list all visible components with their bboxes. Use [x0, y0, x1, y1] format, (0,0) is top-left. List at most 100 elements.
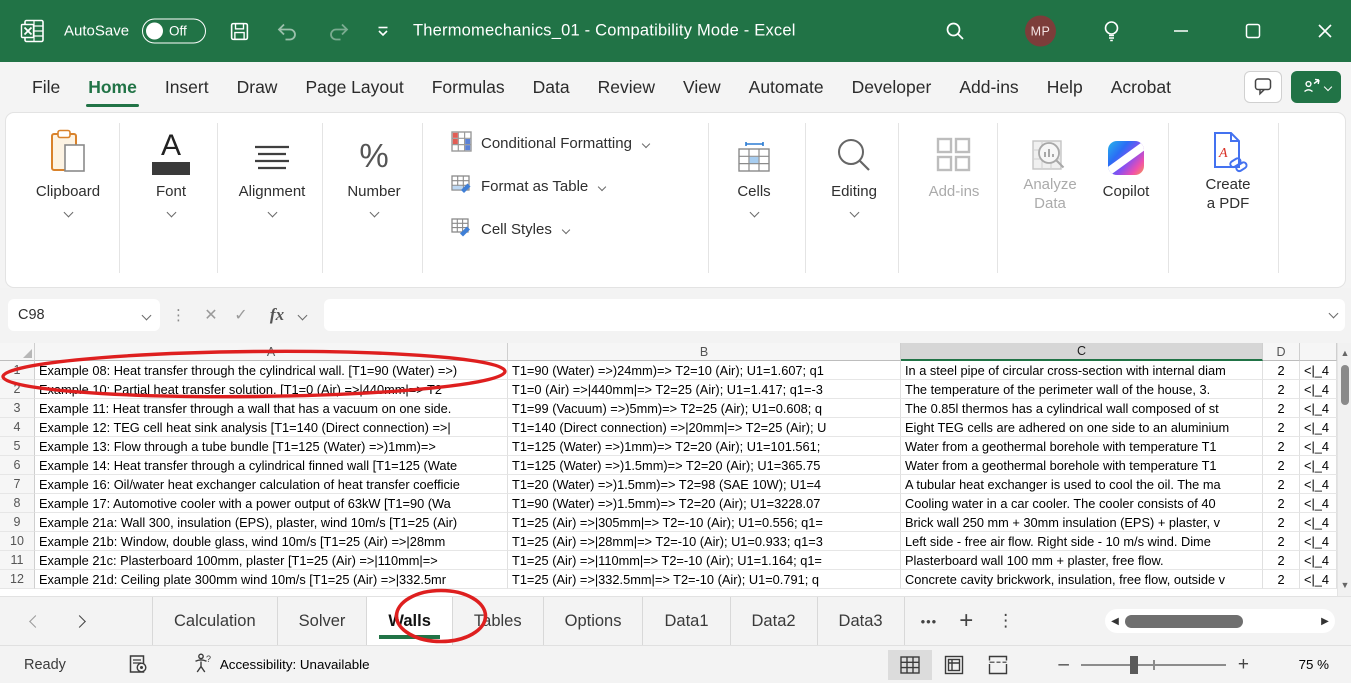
row-header-12[interactable]: 12: [0, 570, 35, 589]
sheet-options-icon[interactable]: ⋮: [997, 611, 1014, 631]
row-header-3[interactable]: 3: [0, 399, 35, 418]
sheet-tab-data1[interactable]: Data1: [643, 597, 730, 645]
cell-B6[interactable]: T1=125 (Water) =>)1.5mm)=> T2=20 (Air); …: [508, 456, 901, 475]
ribbon-tab-automate[interactable]: Automate: [735, 62, 838, 112]
cell-E2[interactable]: <|_4: [1300, 380, 1337, 399]
zoom-slider[interactable]: [1081, 664, 1226, 666]
horizontal-scrollbar[interactable]: ◀ ▶: [1105, 609, 1335, 633]
cell-D6[interactable]: 2: [1263, 456, 1300, 475]
normal-view-button[interactable]: [888, 650, 932, 680]
cell-B7[interactable]: T1=20 (Water) =>)1.5mm)=> T2=98 (SAE 10W…: [508, 475, 901, 494]
maximize-button[interactable]: [1238, 16, 1268, 46]
sheet-tab-solver[interactable]: Solver: [278, 597, 368, 645]
page-layout-view-button[interactable]: [932, 650, 976, 680]
cell-C10[interactable]: Left side - free air flow. Right side - …: [901, 532, 1263, 551]
cell-D9[interactable]: 2: [1263, 513, 1300, 532]
row-header-6[interactable]: 6: [0, 456, 35, 475]
cell-B1[interactable]: T1=90 (Water) =>)24mm)=> T2=10 (Air); U1…: [508, 361, 901, 380]
ribbon-tab-add-ins[interactable]: Add-ins: [945, 62, 1032, 112]
zoom-out-button[interactable]: –: [1058, 654, 1069, 676]
cell-D5[interactable]: 2: [1263, 437, 1300, 456]
cell-C8[interactable]: Cooling water in a car cooler. The coole…: [901, 494, 1263, 513]
cell-A5[interactable]: Example 13: Flow through a tube bundle […: [35, 437, 508, 456]
formula-enter-icon[interactable]: ✓: [226, 299, 256, 331]
cell-D7[interactable]: 2: [1263, 475, 1300, 494]
cell-B8[interactable]: T1=90 (Water) =>)1.5mm)=> T2=20 (Air); U…: [508, 494, 901, 513]
cell-A2[interactable]: Example 10: Partial heat transfer soluti…: [35, 380, 508, 399]
sheet-tab-data2[interactable]: Data2: [731, 597, 818, 645]
cell-E9[interactable]: <|_4: [1300, 513, 1337, 532]
sheet-tab-calculation[interactable]: Calculation: [152, 597, 278, 645]
redo-icon[interactable]: [324, 16, 354, 46]
row-header-4[interactable]: 4: [0, 418, 35, 437]
undo-icon[interactable]: [272, 16, 302, 46]
cell-B9[interactable]: T1=25 (Air) =>|305mm|=> T2=-10 (Air); U1…: [508, 513, 901, 532]
row-header-8[interactable]: 8: [0, 494, 35, 513]
cell-A4[interactable]: Example 12: TEG cell heat sink analysis …: [35, 418, 508, 437]
create-pdf-button[interactable]: A Createa PDF: [1180, 125, 1276, 213]
macro-record-button[interactable]: [128, 654, 149, 675]
close-button[interactable]: [1310, 16, 1340, 46]
cell-E12[interactable]: <|_4: [1300, 570, 1337, 589]
quick-access-chevron-icon[interactable]: [368, 16, 398, 46]
cell-E1[interactable]: <|_4: [1300, 361, 1337, 380]
row-header-10[interactable]: 10: [0, 532, 35, 551]
vertical-scroll-thumb[interactable]: [1341, 365, 1349, 405]
cell-E3[interactable]: <|_4: [1300, 399, 1337, 418]
sheet-tab-tables[interactable]: Tables: [453, 597, 544, 645]
more-sheets-button[interactable]: •••: [921, 614, 938, 629]
ribbon-tab-acrobat[interactable]: Acrobat: [1097, 62, 1185, 112]
cell-D11[interactable]: 2: [1263, 551, 1300, 570]
cell-C12[interactable]: Concrete cavity brickwork, insulation, f…: [901, 570, 1263, 589]
cell-A1[interactable]: Example 08: Heat transfer through the cy…: [35, 361, 508, 380]
cell-B12[interactable]: T1=25 (Air) =>|332.5mm|=> T2=-10 (Air); …: [508, 570, 901, 589]
row-header-11[interactable]: 11: [0, 551, 35, 570]
cell-D4[interactable]: 2: [1263, 418, 1300, 437]
row-header-2[interactable]: 2: [0, 380, 35, 399]
sheet-tab-data3[interactable]: Data3: [818, 597, 905, 645]
avatar[interactable]: MP: [1025, 16, 1056, 47]
cell-D10[interactable]: 2: [1263, 532, 1300, 551]
ribbon-tab-help[interactable]: Help: [1033, 62, 1097, 112]
insert-function-chevron-icon[interactable]: [292, 299, 312, 331]
cell-C1[interactable]: In a steel pipe of circular cross-sectio…: [901, 361, 1263, 380]
ribbon-tab-formulas[interactable]: Formulas: [418, 62, 519, 112]
row-header-1[interactable]: 1: [0, 361, 35, 380]
search-icon[interactable]: [940, 16, 970, 46]
row-header-5[interactable]: 5: [0, 437, 35, 456]
share-button[interactable]: [1291, 71, 1341, 103]
ribbon-tab-developer[interactable]: Developer: [838, 62, 946, 112]
number-group-button[interactable]: % Number: [326, 125, 422, 216]
column-header-a[interactable]: A: [35, 343, 508, 361]
cell-E6[interactable]: <|_4: [1300, 456, 1337, 475]
ribbon-tab-home[interactable]: Home: [74, 62, 151, 112]
conditional-formatting-button[interactable]: Conditional Formatting: [451, 131, 649, 156]
editing-group-button[interactable]: Editing: [806, 125, 902, 216]
cell-D3[interactable]: 2: [1263, 399, 1300, 418]
cell-A6[interactable]: Example 14: Heat transfer through a cyli…: [35, 456, 508, 475]
formula-input[interactable]: [324, 299, 1345, 331]
zoom-level[interactable]: 75 %: [1277, 657, 1329, 672]
cell-A10[interactable]: Example 21b: Window, double glass, wind …: [35, 532, 508, 551]
format-as-table-button[interactable]: Format as Table: [451, 174, 605, 199]
ribbon-tab-file[interactable]: File: [18, 62, 74, 112]
clipboard-group-button[interactable]: Clipboard: [20, 125, 116, 216]
cells-group-button[interactable]: Cells: [706, 125, 802, 216]
cell-A12[interactable]: Example 21d: Ceiling plate 300mm wind 10…: [35, 570, 508, 589]
cell-A3[interactable]: Example 11: Heat transfer through a wall…: [35, 399, 508, 418]
alignment-group-button[interactable]: Alignment: [224, 125, 320, 216]
cell-C4[interactable]: Eight TEG cells are adhered on one side …: [901, 418, 1263, 437]
cell-D2[interactable]: 2: [1263, 380, 1300, 399]
sheet-nav-right-icon[interactable]: [66, 608, 92, 634]
cell-E7[interactable]: <|_4: [1300, 475, 1337, 494]
lightbulb-icon[interactable]: [1096, 16, 1126, 46]
add-sheet-button[interactable]: +: [959, 611, 973, 631]
scroll-down-icon[interactable]: ▼: [1338, 580, 1351, 590]
cell-C2[interactable]: The temperature of the perimeter wall of…: [901, 380, 1263, 399]
ribbon-tab-review[interactable]: Review: [584, 62, 669, 112]
formula-bar-grip-icon[interactable]: ⋮: [171, 299, 186, 331]
ribbon-tab-data[interactable]: Data: [519, 62, 584, 112]
name-box[interactable]: C98: [8, 299, 160, 331]
cell-E4[interactable]: <|_4: [1300, 418, 1337, 437]
column-header-e[interactable]: [1300, 343, 1337, 361]
